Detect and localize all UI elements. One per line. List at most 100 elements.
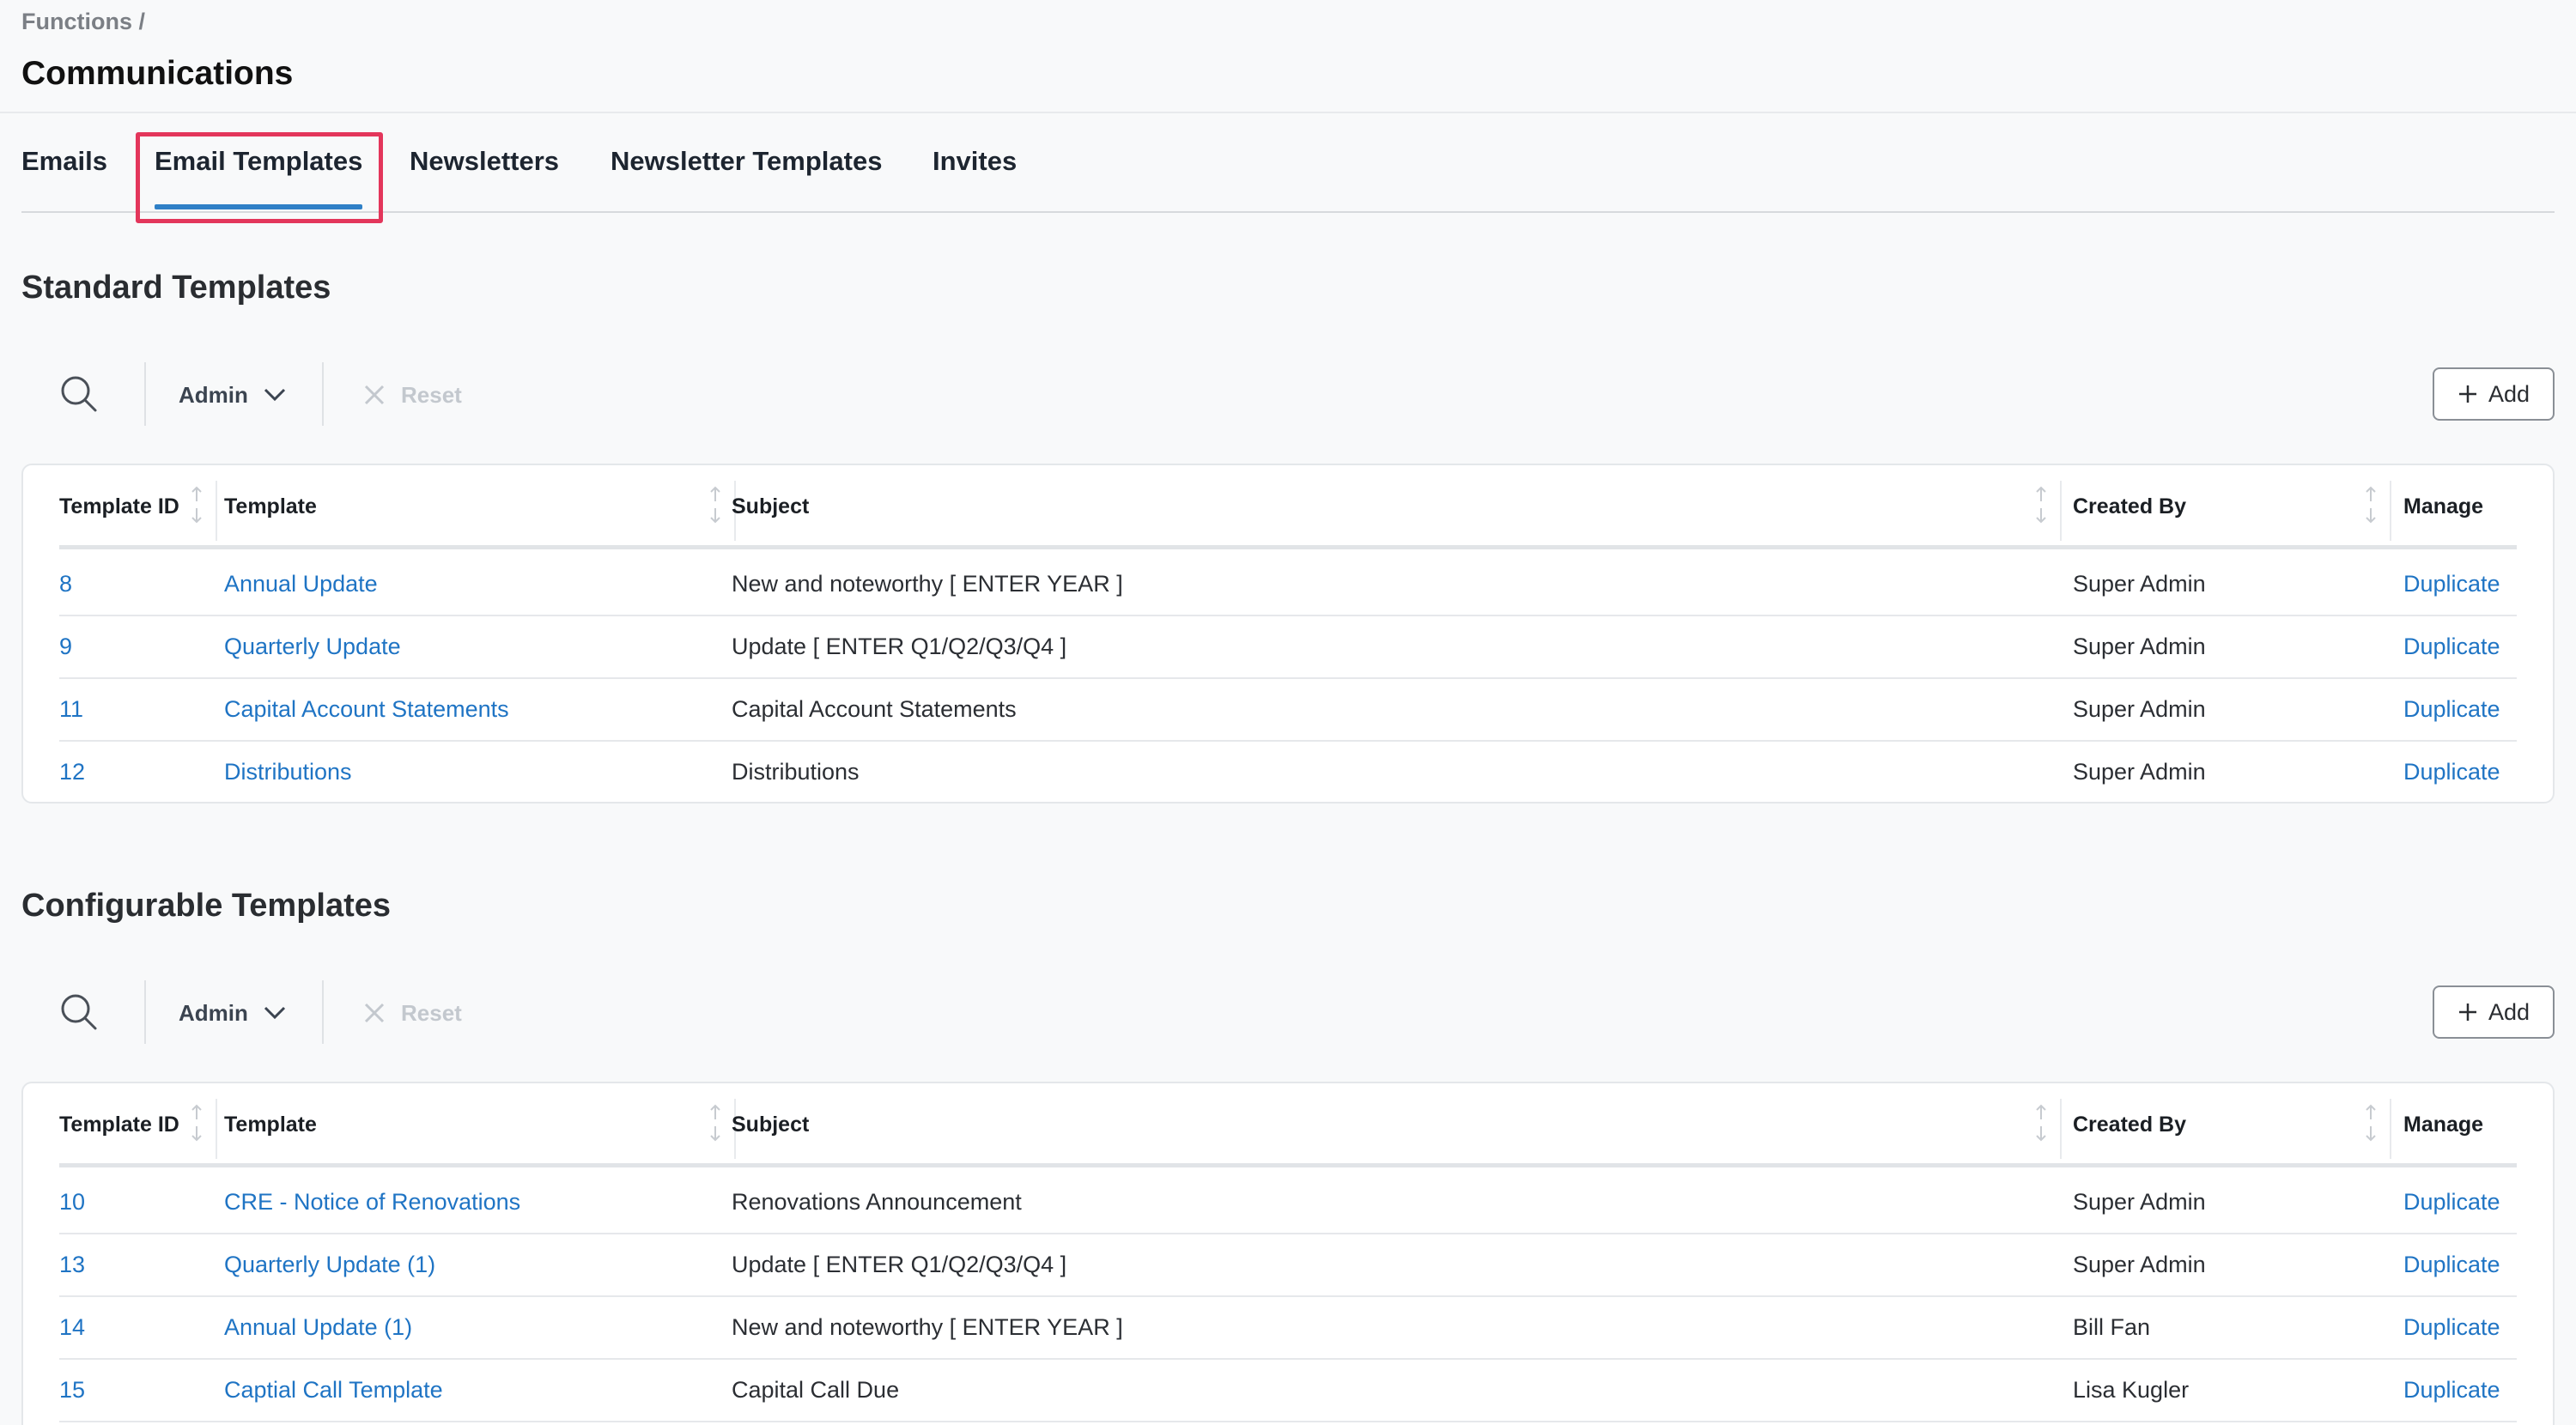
- admin-filter-dropdown[interactable]: Admin: [179, 998, 286, 1028]
- chevron-down-icon: [264, 1006, 286, 1020]
- toolbar-configurable: Admin Reset Add: [21, 980, 2555, 1044]
- template-id-link[interactable]: 15: [59, 1377, 85, 1404]
- template-name-link[interactable]: Quarterly Update: [224, 634, 401, 660]
- template-id-link[interactable]: 10: [59, 1189, 85, 1216]
- created-by: Super Admin: [2073, 759, 2206, 785]
- reset-label: Reset: [401, 381, 462, 408]
- template-name-link[interactable]: Quarterly Update (1): [224, 1252, 435, 1278]
- duplicate-link[interactable]: Duplicate: [2403, 759, 2500, 785]
- tab-label: Newsletters: [410, 146, 560, 176]
- search-icon[interactable]: [59, 374, 99, 414]
- column-header-template-id[interactable]: Template ID: [59, 494, 179, 519]
- toolbar-divider: [322, 980, 324, 1044]
- duplicate-link[interactable]: Duplicate: [2403, 696, 2500, 723]
- created-by: Super Admin: [2073, 634, 2206, 659]
- created-by: Lisa Kugler: [2073, 1377, 2190, 1403]
- sort-icon[interactable]: [708, 486, 722, 524]
- duplicate-link[interactable]: Duplicate: [2403, 571, 2500, 597]
- standard-templates-table: Template ID Template Subject Created By …: [21, 464, 2555, 803]
- template-id-link[interactable]: 14: [59, 1314, 85, 1341]
- add-button[interactable]: Add: [2433, 985, 2555, 1039]
- admin-filter-dropdown[interactable]: Admin: [179, 379, 286, 410]
- template-subject: Update [ ENTER Q1/Q2/Q3/Q4 ]: [732, 634, 1067, 659]
- sort-icon[interactable]: [190, 1104, 204, 1142]
- tab-label: Newsletter Templates: [611, 146, 883, 176]
- sort-icon[interactable]: [2364, 1104, 2378, 1142]
- tab-label: Emails: [21, 146, 107, 176]
- duplicate-link[interactable]: Duplicate: [2403, 1314, 2500, 1341]
- filter-label: Admin: [179, 381, 248, 408]
- template-id-link[interactable]: 12: [59, 759, 85, 785]
- template-id-link[interactable]: 9: [59, 634, 72, 660]
- breadcrumb[interactable]: Functions /: [21, 9, 145, 35]
- tab-newsletters[interactable]: Newsletters: [410, 146, 559, 177]
- add-label: Add: [2488, 380, 2530, 407]
- duplicate-link[interactable]: Duplicate: [2403, 1252, 2500, 1278]
- template-subject: Capital Account Statements: [732, 696, 1017, 722]
- column-header-created-by[interactable]: Created By: [2073, 1113, 2186, 1137]
- sort-icon[interactable]: [2034, 486, 2048, 524]
- column-divider: [2060, 481, 2062, 541]
- plus-icon: [2458, 384, 2478, 404]
- column-header-template[interactable]: Template: [224, 1113, 317, 1137]
- reset-button[interactable]: Reset: [363, 379, 462, 410]
- created-by: Super Admin: [2073, 696, 2206, 722]
- reset-label: Reset: [401, 999, 462, 1026]
- created-by: Bill Fan: [2073, 1314, 2151, 1340]
- template-id-link[interactable]: 8: [59, 571, 72, 597]
- column-header-subject[interactable]: Subject: [732, 1113, 809, 1137]
- template-name-link[interactable]: CRE - Notice of Renovations: [224, 1189, 520, 1216]
- chevron-down-icon: [264, 388, 286, 402]
- template-name-link[interactable]: Captial Call Template: [224, 1377, 443, 1404]
- template-subject: Capital Call Due: [732, 1377, 900, 1403]
- template-subject: Renovations Announcement: [732, 1189, 1022, 1215]
- column-header-subject[interactable]: Subject: [732, 494, 809, 519]
- tab-label: Invites: [933, 146, 1018, 176]
- tab-emails[interactable]: Emails: [21, 146, 107, 177]
- column-divider: [2390, 481, 2391, 541]
- add-label: Add: [2488, 998, 2530, 1025]
- filter-label: Admin: [179, 999, 248, 1026]
- template-name-link[interactable]: Annual Update (1): [224, 1314, 412, 1341]
- sort-icon[interactable]: [2034, 1104, 2048, 1142]
- table-row: 10 CRE - Notice of Renovations Renovatio…: [59, 1172, 2517, 1234]
- close-icon: [363, 384, 386, 406]
- table-row: 14 Annual Update (1) New and noteworthy …: [59, 1297, 2517, 1360]
- column-header-created-by[interactable]: Created By: [2073, 494, 2186, 519]
- toolbar-divider: [144, 362, 146, 426]
- duplicate-link[interactable]: Duplicate: [2403, 634, 2500, 660]
- column-divider: [2390, 1099, 2391, 1159]
- table-row: 13 Quarterly Update (1) Update [ ENTER Q…: [59, 1234, 2517, 1297]
- configurable-templates-table: Template ID Template Subject Created By …: [21, 1082, 2555, 1425]
- duplicate-link[interactable]: Duplicate: [2403, 1189, 2500, 1216]
- search-icon[interactable]: [59, 992, 99, 1032]
- template-id-link[interactable]: 13: [59, 1252, 85, 1278]
- close-icon: [363, 1002, 386, 1024]
- add-button[interactable]: Add: [2433, 367, 2555, 421]
- created-by: Super Admin: [2073, 571, 2206, 597]
- sort-icon[interactable]: [190, 486, 204, 524]
- template-name-link[interactable]: Annual Update: [224, 571, 378, 597]
- toolbar-divider: [322, 362, 324, 426]
- template-name-link[interactable]: Capital Account Statements: [224, 696, 509, 723]
- toolbar-divider: [144, 980, 146, 1044]
- tab-newsletter-templates[interactable]: Newsletter Templates: [611, 146, 882, 177]
- table-row: 9 Quarterly Update Update [ ENTER Q1/Q2/…: [59, 616, 2517, 679]
- template-name-link[interactable]: Distributions: [224, 759, 352, 785]
- template-id-link[interactable]: 11: [59, 696, 83, 723]
- table-row: 15 Captial Call Template Capital Call Du…: [59, 1360, 2517, 1422]
- tab-label: Email Templates: [155, 146, 363, 176]
- reset-button[interactable]: Reset: [363, 998, 462, 1028]
- sort-icon[interactable]: [2364, 486, 2378, 524]
- tab-bar: Emails Email Templates Newsletters Newsl…: [21, 113, 2555, 213]
- sort-icon[interactable]: [708, 1104, 722, 1142]
- template-subject: New and noteworthy [ ENTER YEAR ]: [732, 571, 1123, 597]
- plus-icon: [2458, 1002, 2478, 1022]
- tab-invites[interactable]: Invites: [933, 146, 1017, 177]
- column-header-template[interactable]: Template: [224, 494, 317, 519]
- tab-email-templates[interactable]: Email Templates: [155, 146, 363, 209]
- table-header: Template ID Template Subject Created By …: [59, 1083, 2517, 1167]
- template-subject: Update [ ENTER Q1/Q2/Q3/Q4 ]: [732, 1252, 1067, 1277]
- duplicate-link[interactable]: Duplicate: [2403, 1377, 2500, 1404]
- column-header-template-id[interactable]: Template ID: [59, 1113, 179, 1137]
